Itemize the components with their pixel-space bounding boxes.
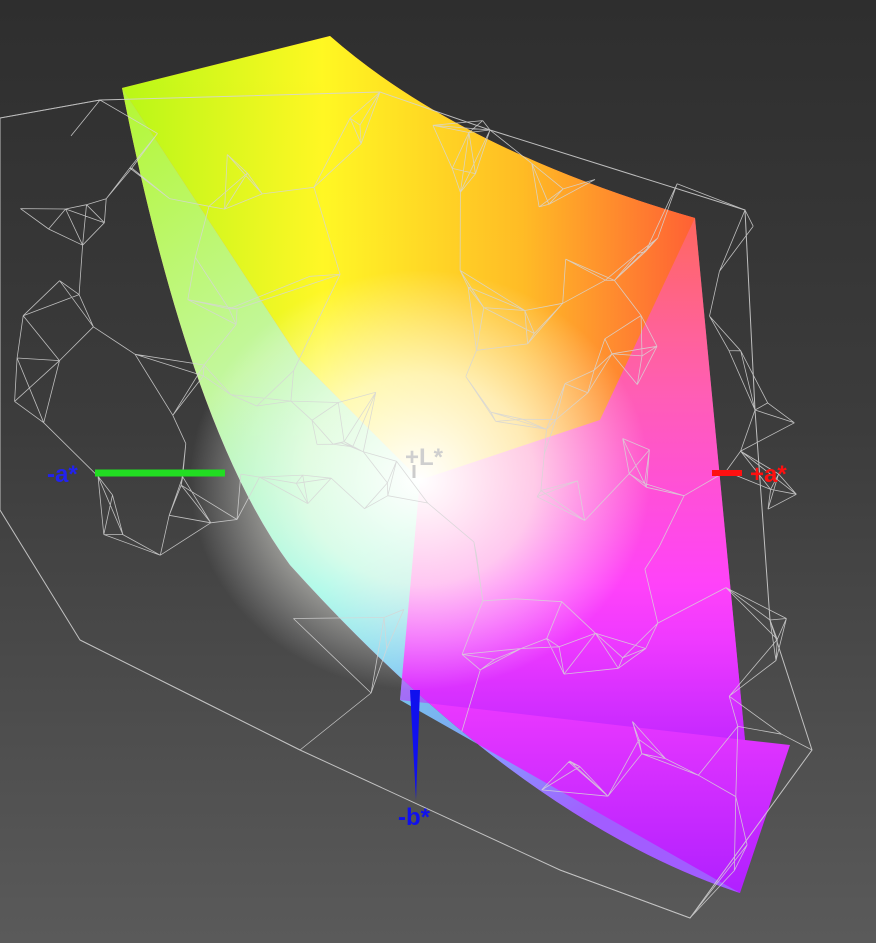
axis-minus-b-line bbox=[410, 690, 420, 800]
axis-label-plus-a: +a* bbox=[750, 461, 787, 488]
gamut-surface bbox=[122, 36, 790, 893]
gamut-3d-view[interactable]: +L* +a* -a* -b* bbox=[0, 0, 876, 943]
axis-label-plus-L: +L* bbox=[405, 444, 444, 471]
axis-label-minus-b: -b* bbox=[398, 804, 431, 831]
axis-label-minus-a: -a* bbox=[47, 461, 78, 488]
